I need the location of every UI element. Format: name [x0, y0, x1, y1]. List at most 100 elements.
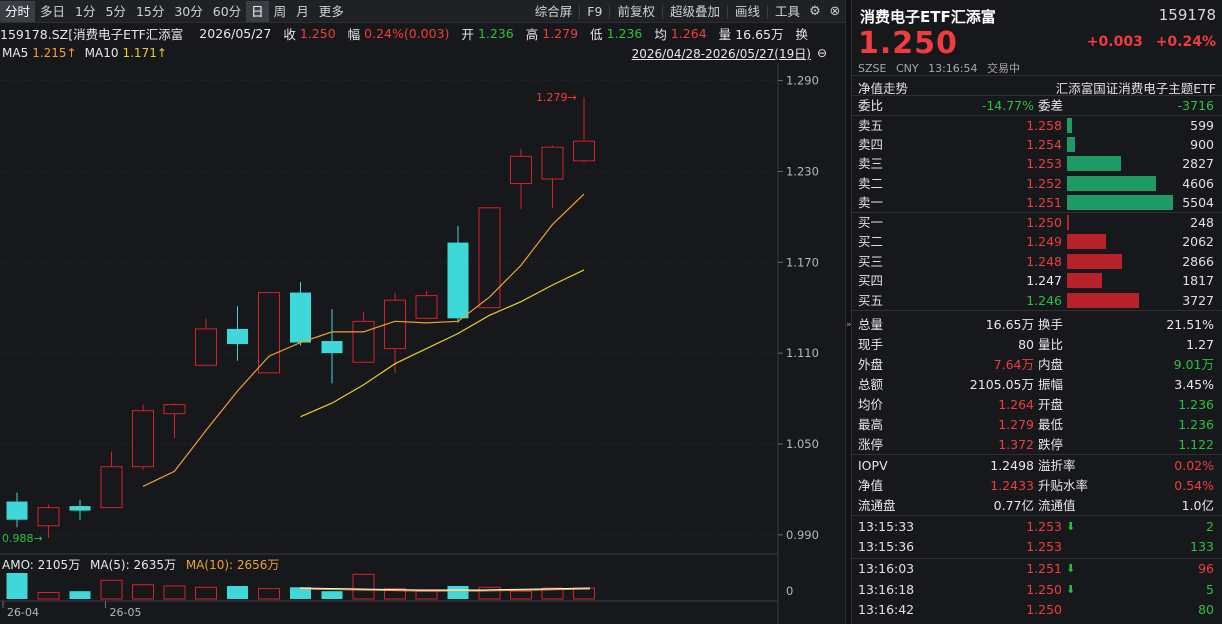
tab-multiday[interactable]: 多日	[35, 1, 70, 22]
volume-bar	[37, 592, 60, 600]
stat-value: 1.2433	[990, 477, 1034, 493]
etf-stat-row: 净值 1.2433 升贴水率 0.54%	[852, 476, 1222, 495]
amo-label: AMO: 2105万	[2, 558, 81, 572]
bid-price: 1.250	[1026, 215, 1062, 230]
ask-volume-bar	[1067, 175, 1157, 191]
tab-5min[interactable]: 5分	[100, 1, 130, 22]
tick-volume: 80	[1198, 601, 1214, 617]
volume-bar	[227, 586, 248, 599]
bid-price: 1.249	[1026, 234, 1062, 250]
avg-value: 1.264	[670, 25, 707, 41]
candle-body	[510, 155, 532, 185]
close-value: 1.250	[299, 25, 336, 41]
bid-label: 买二	[858, 234, 884, 250]
volume-bar	[510, 590, 532, 600]
volume-bar	[132, 584, 154, 600]
volume-bar	[195, 586, 217, 600]
ask-row[interactable]: 卖五 1.258 599	[852, 116, 1222, 135]
f9-button[interactable]: F9	[582, 1, 607, 22]
change-value: 0.24%(0.003)	[364, 25, 450, 41]
close-icon[interactable]: ⊗	[825, 4, 845, 19]
tick-price: 1.250	[1026, 581, 1062, 597]
bid-label: 买三	[858, 253, 884, 269]
avg-label: 均	[654, 26, 667, 42]
ask-row[interactable]: 卖四 1.254 900	[852, 135, 1222, 154]
volume-bar	[447, 586, 469, 599]
bid-volume-bar	[1067, 234, 1107, 250]
tick-row[interactable]: 13:15:36 1.253 133	[852, 537, 1222, 556]
ask-volume: 599	[1190, 118, 1214, 133]
change-label: 幅	[347, 26, 361, 42]
security-code: 159178	[1158, 6, 1216, 24]
tab-30min[interactable]: 30分	[169, 1, 207, 22]
y-tick-label: 1.230	[786, 164, 819, 178]
bid-row[interactable]: 买三 1.248 2866	[852, 252, 1222, 271]
ask-row[interactable]: 卖二 1.252 4606	[852, 174, 1222, 193]
collapse-arrow-icon[interactable]: »	[846, 320, 852, 330]
tick-volume: 5	[1206, 581, 1214, 597]
settings-gear-icon[interactable]: ⚙	[805, 4, 825, 19]
ask-row[interactable]: 卖一 1.251 5504	[852, 193, 1222, 212]
tick-row[interactable]: 13:15:33 1.253 ⬇ 2	[852, 517, 1222, 536]
stat-value: 0.77亿	[993, 497, 1034, 513]
tab-week[interactable]: 周	[269, 1, 292, 22]
candle-body	[37, 507, 60, 527]
tab-more[interactable]: 更多	[314, 1, 349, 22]
stat-value: 1.236	[1178, 397, 1214, 412]
bid-row[interactable]: 买四 1.247 1817	[852, 271, 1222, 290]
tick-row[interactable]: 13:16:18 1.250 ⬇ 5	[852, 580, 1222, 599]
tab-day[interactable]: 日	[246, 0, 269, 22]
divider	[852, 75, 1222, 76]
tab-timeshare[interactable]: 分时	[0, 0, 36, 22]
tick-price: 1.251	[1026, 561, 1062, 577]
order-ratio-label: 委比	[858, 98, 884, 113]
stat-value: 0.54%	[1174, 477, 1214, 493]
stat-label: 量比	[1038, 337, 1064, 352]
vol-ma5-label: MA(5): 2635万	[90, 558, 176, 572]
tick-row[interactable]: 13:16:03 1.251 ⬇ 96	[852, 559, 1222, 578]
divider	[852, 515, 1222, 516]
tab-month[interactable]: 月	[291, 1, 314, 22]
tab-60min[interactable]: 60分	[208, 1, 246, 22]
toolbar-divider	[766, 4, 768, 19]
forward-adjust-button[interactable]: 前复权	[612, 1, 660, 22]
order-ratio-row: 委比 -14.77% 委差 -3716	[852, 96, 1222, 115]
ma5-label: MA5	[2, 46, 29, 60]
panel-divider[interactable]	[845, 0, 852, 624]
tick-price: 1.250	[1026, 601, 1062, 617]
candlestick-chart[interactable]: 1.290 1.230 1.170 1.110 1.050 0.990 0 1.279→ 0.…	[0, 63, 845, 624]
moving-average-row: MA5 1.215↑ MA10 1.171↑ 2026/04/28-2026/0…	[0, 43, 845, 63]
divider	[852, 310, 1222, 311]
order-ratio-value: -14.77%	[981, 98, 1034, 113]
candle-body	[541, 146, 564, 180]
tools-button[interactable]: 工具	[770, 1, 805, 22]
ask-price: 1.253	[1026, 156, 1062, 172]
tick-row[interactable]: 13:16:42 1.250 80	[852, 600, 1222, 619]
stat-label: IOPV	[858, 458, 888, 473]
stat-label: 最低	[1038, 417, 1064, 432]
bid-label: 买一	[858, 215, 884, 230]
tab-15min[interactable]: 15分	[131, 1, 169, 22]
bid-volume: 3727	[1182, 292, 1214, 308]
composite-screen-button[interactable]: 综合屏	[530, 1, 578, 22]
stat-value: 1.236	[1178, 417, 1214, 432]
bid-row[interactable]: 买二 1.249 2062	[852, 232, 1222, 251]
y-tick-label: 1.290	[786, 74, 819, 88]
draw-line-button[interactable]: 画线	[730, 1, 765, 22]
stat-value: 1.122	[1178, 437, 1214, 452]
stat-value: 1.372	[998, 437, 1034, 452]
stat-value: 1.279	[998, 417, 1034, 432]
candle-body	[258, 292, 280, 374]
stat-label: 涨停	[858, 437, 884, 452]
date-range[interactable]: 2026/04/28-2026/05/27(19日)	[632, 45, 811, 62]
tick-direction-icon: ⬇	[1066, 582, 1076, 596]
toolbar-divider	[726, 4, 728, 19]
market-code: SZSE	[858, 62, 887, 75]
tab-1min[interactable]: 1分	[70, 1, 100, 22]
bid-row[interactable]: 买一 1.250 248	[852, 213, 1222, 232]
minus-icon[interactable]: ⊖	[817, 46, 827, 60]
ask-row[interactable]: 卖三 1.253 2827	[852, 154, 1222, 173]
bid-row[interactable]: 买五 1.246 3727	[852, 291, 1222, 310]
stat-value: 3.45%	[1174, 377, 1214, 392]
super-overlay-button[interactable]: 超级叠加	[665, 1, 725, 22]
